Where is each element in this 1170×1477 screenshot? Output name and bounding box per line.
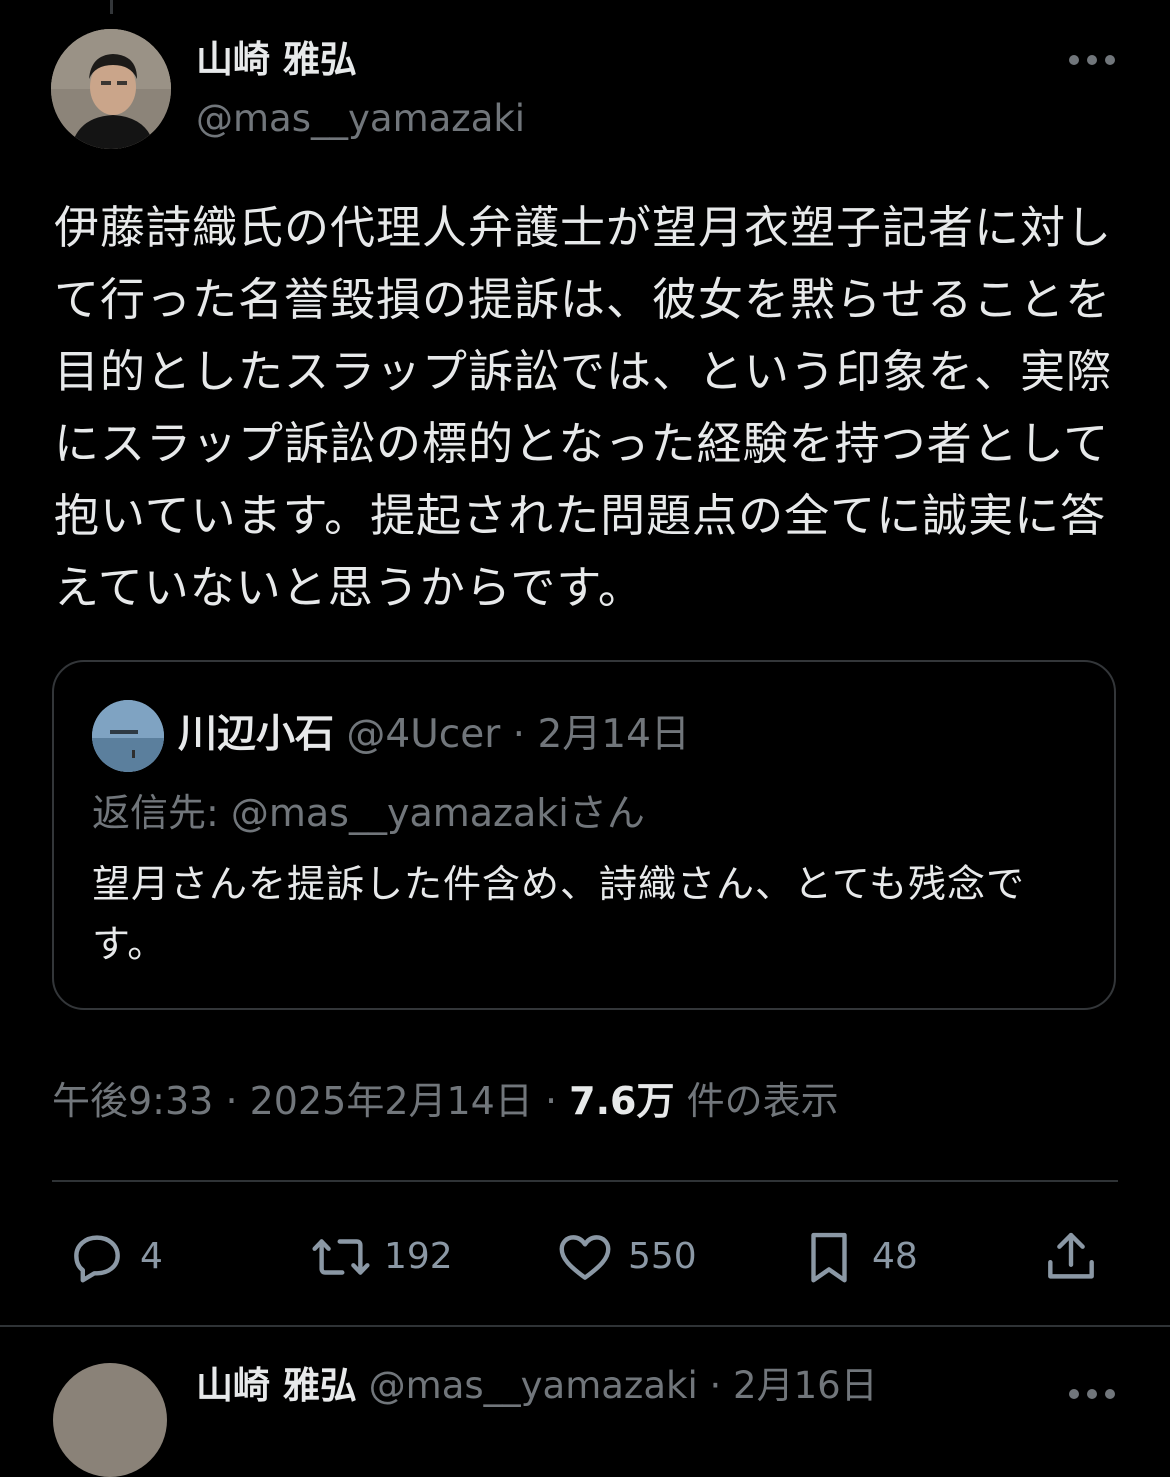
tweet-text: 伊藤詩織氏の代理人弁護士が望月衣塑子記者に対して行った名誉毀損の提訴は、彼女を黙… [54,201,1113,614]
more-dots-icon [1069,1389,1115,1399]
more-options-button[interactable] [1062,42,1122,78]
views-label: 件の表示 [686,1079,839,1123]
next-tweet-avatar[interactable] [53,1363,167,1477]
next-tweet-author-name[interactable]: 山崎 雅弘 [196,1364,357,1407]
tweet-time: 午後9:33 [52,1079,214,1123]
next-tweet-header: 山崎 雅弘 @mas__yamazaki · 2月16日 [196,1362,878,1410]
share-icon [1048,1232,1094,1279]
quote-separator: · [512,712,526,757]
retweet-button[interactable]: 192 [310,1222,453,1292]
next-tweet-more-button[interactable] [1062,1372,1122,1402]
meta-separator-2: · [544,1079,558,1123]
quote-avatar [92,700,164,772]
author-handle[interactable]: @mas__yamazaki [196,95,525,143]
retweet-count: 192 [384,1236,453,1277]
retweet-icon [312,1239,370,1275]
reply-button[interactable]: 4 [66,1222,163,1292]
quote-date: 2月14日 [537,712,690,757]
heart-icon [559,1235,611,1280]
more-dots-icon [1069,55,1115,65]
bookmark-button[interactable]: 48 [798,1222,918,1292]
like-count: 550 [628,1236,697,1277]
share-button[interactable] [1040,1222,1102,1292]
divider [0,1325,1170,1327]
bookmark-count: 48 [872,1236,918,1277]
quote-author-handle: @4Ucer [346,712,501,757]
divider [52,1180,1118,1182]
views-count[interactable]: 7.6万 [569,1079,674,1123]
quote-reply-to: 返信先: @mas__yamazakiさん [92,791,645,835]
next-tweet-author-handle[interactable]: @mas__yamazaki [369,1364,698,1407]
quoted-tweet-card[interactable]: 川辺小石 @4Ucer · 2月14日 返信先: @mas__yamazakiさ… [52,660,1116,1010]
reply-icon [74,1235,120,1283]
meta-separator: · [225,1079,238,1123]
thread-connector-line [110,0,113,14]
next-tweet-date: 2月16日 [733,1364,878,1407]
avatar[interactable] [51,29,171,149]
author-name[interactable]: 山崎 雅弘 [196,36,357,84]
tweet-meta: 午後9:33 · 2025年2月14日 · 7.6万 件の表示 [52,1074,839,1128]
like-button[interactable]: 550 [554,1222,697,1292]
reply-count: 4 [140,1236,163,1277]
quote-header: 川辺小石 @4Ucer · 2月14日 [178,708,690,762]
quote-author-name: 川辺小石 [178,712,335,757]
tweet-date: 2025年2月14日 [249,1079,533,1123]
bookmark-icon [811,1232,847,1283]
next-tweet-separator: · [709,1364,722,1407]
quote-text: 望月さんを提訴した件含め、詩織さん、とても残念です。 [92,862,1025,966]
